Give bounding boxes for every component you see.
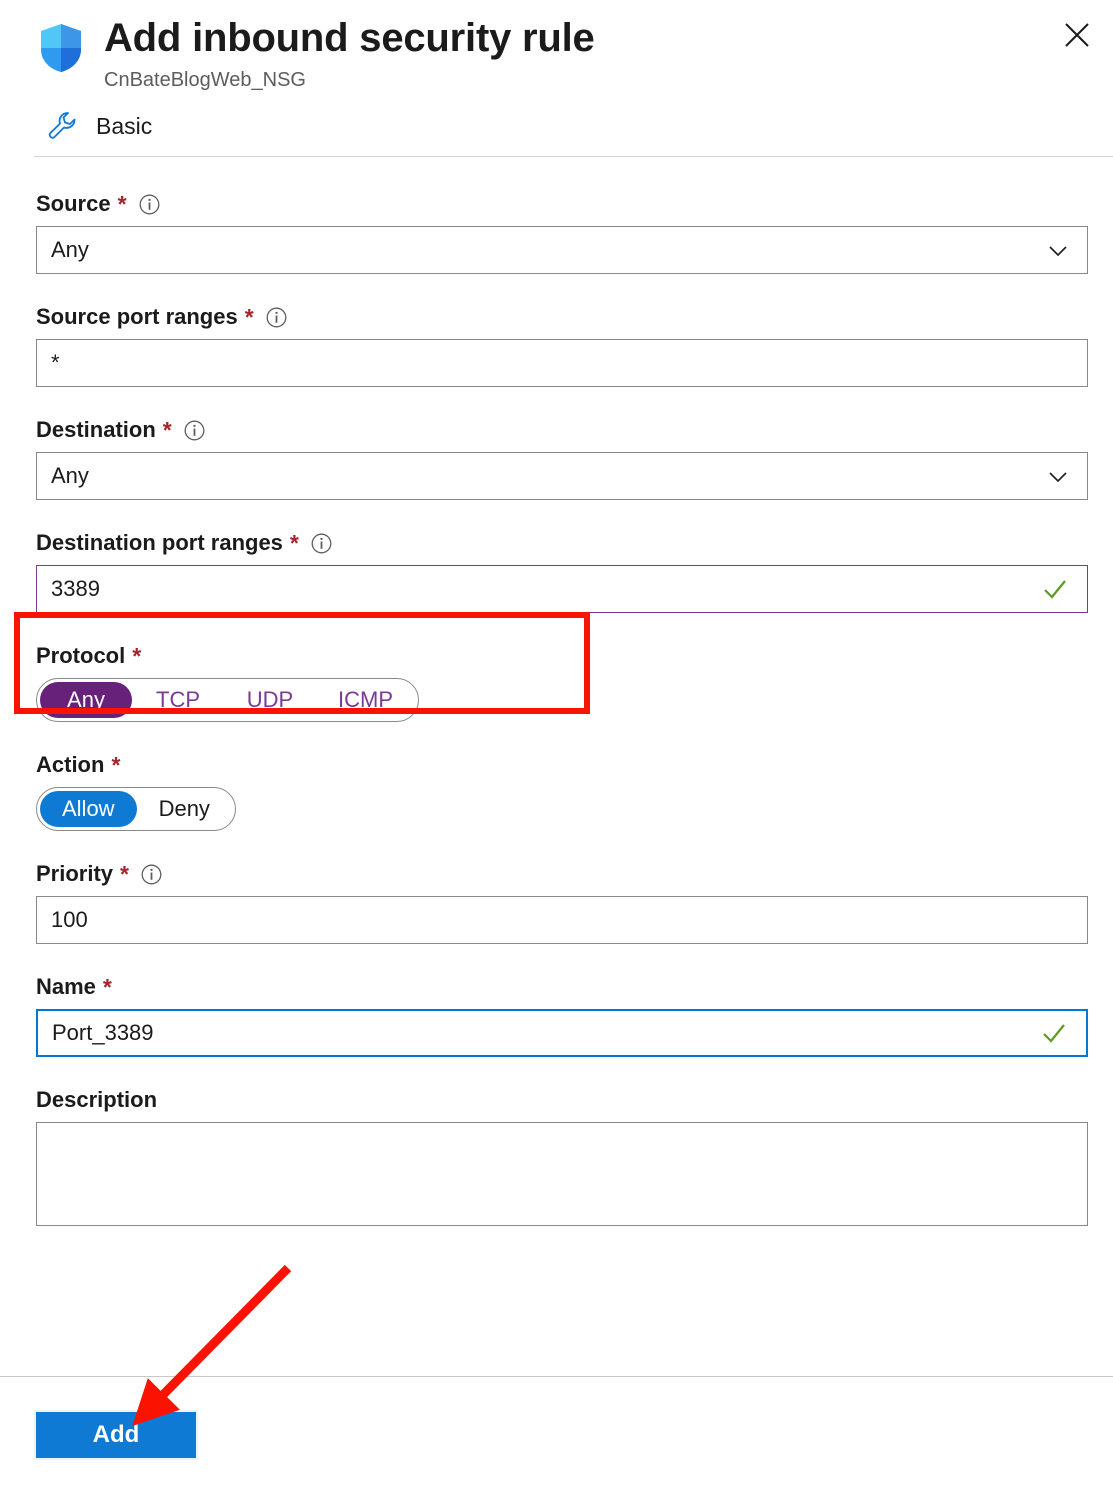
header-divider (34, 156, 1113, 157)
label-row-description: Description (36, 1087, 1113, 1113)
label-row-source-port-ranges: Source port ranges * (36, 304, 1113, 330)
page-subtitle: CnBateBlogWeb_NSG (104, 69, 306, 91)
field-action: Action * Allow Deny (36, 752, 1113, 831)
tab-label: Basic (96, 112, 153, 139)
name-value: Port_3389 (52, 1020, 154, 1045)
required-asterisk: * (132, 643, 142, 669)
field-description: Description (36, 1087, 1113, 1226)
chevron-down-icon[interactable] (1045, 463, 1071, 489)
info-icon[interactable] (311, 533, 332, 554)
source-port-ranges-input[interactable]: * (36, 339, 1088, 387)
label-name: Name (36, 974, 96, 999)
footer: Add (34, 1410, 198, 1460)
label-protocol: Protocol (36, 643, 126, 668)
panel-header: Add inbound security rule CnBateBlogWeb_… (0, 0, 1113, 92)
label-description: Description (36, 1087, 158, 1112)
destination-value: Any (51, 463, 89, 488)
checkmark-icon (1041, 577, 1069, 601)
close-button[interactable] (1055, 14, 1099, 58)
label-destination-port-ranges: Destination port ranges (36, 530, 283, 555)
label-row-protocol: Protocol * (36, 643, 1113, 669)
field-protocol: Protocol * Any TCP UDP ICMP (36, 643, 1113, 722)
action-toggle-group: Allow Deny (36, 787, 236, 831)
destination-port-ranges-value: 3389 (51, 576, 100, 601)
action-option-deny[interactable]: Deny (137, 791, 232, 827)
add-inbound-security-rule-panel: Add inbound security rule CnBateBlogWeb_… (0, 0, 1113, 1492)
info-icon[interactable] (184, 420, 205, 441)
checkmark-icon (1040, 1021, 1068, 1045)
protocol-toggle-group: Any TCP UDP ICMP (36, 678, 419, 722)
required-asterisk: * (120, 861, 129, 887)
source-dropdown[interactable]: Any (36, 226, 1088, 274)
required-asterisk: * (289, 530, 299, 556)
info-icon[interactable] (266, 307, 287, 328)
wrench-icon (46, 110, 78, 142)
required-asterisk: * (111, 752, 121, 778)
required-asterisk: * (244, 304, 254, 330)
info-icon[interactable] (141, 864, 162, 885)
field-name: Name * Port_3389 (36, 974, 1113, 1057)
source-value: Any (51, 237, 89, 262)
field-priority: Priority * 100 (36, 861, 1113, 944)
required-asterisk: * (102, 974, 112, 1000)
priority-input[interactable]: 100 (36, 896, 1088, 944)
title-block: Add inbound security rule CnBateBlogWeb_… (104, 14, 595, 92)
info-icon[interactable] (139, 194, 160, 215)
label-destination: Destination (36, 417, 156, 442)
label-row-name: Name * (36, 974, 1113, 1000)
required-asterisk: * (117, 191, 127, 217)
label-row-priority: Priority * (36, 861, 1113, 887)
field-destination-port-ranges: Destination port ranges * 3389 (36, 530, 1113, 613)
description-textarea[interactable] (36, 1122, 1088, 1226)
protocol-option-any[interactable]: Any (40, 682, 132, 718)
destination-dropdown[interactable]: Any (36, 452, 1088, 500)
page-title: Add inbound security rule (104, 16, 595, 60)
name-input[interactable]: Port_3389 (36, 1009, 1088, 1057)
label-row-action: Action * (36, 752, 1113, 778)
required-asterisk: * (162, 417, 172, 443)
add-button[interactable]: Add (34, 1410, 198, 1460)
priority-value: 100 (51, 907, 88, 932)
field-source-port-ranges: Source port ranges * * (36, 304, 1113, 387)
protocol-option-tcp[interactable]: TCP (132, 682, 224, 718)
title-row: Add inbound security rule CnBateBlogWeb_… (0, 14, 1113, 92)
protocol-option-udp[interactable]: UDP (224, 682, 316, 718)
chevron-down-icon[interactable] (1045, 237, 1071, 263)
action-option-allow[interactable]: Allow (40, 791, 137, 827)
destination-port-ranges-input[interactable]: 3389 (36, 565, 1088, 613)
label-action: Action (36, 752, 105, 777)
label-source: Source (36, 191, 111, 216)
form-body: Source * Any Source port ranges * * Dest… (0, 191, 1113, 1226)
label-source-port-ranges: Source port ranges (36, 304, 238, 329)
protocol-option-icmp[interactable]: ICMP (316, 682, 415, 718)
footer-divider (0, 1376, 1113, 1377)
label-row-destination: Destination * (36, 417, 1113, 443)
source-port-ranges-value: * (51, 350, 60, 375)
label-priority: Priority (36, 861, 114, 886)
label-row-source: Source * (36, 191, 1113, 217)
field-source: Source * Any (36, 191, 1113, 274)
label-row-destination-port-ranges: Destination port ranges * (36, 530, 1113, 556)
shield-icon (38, 22, 84, 74)
tab-basic[interactable]: Basic (0, 92, 1113, 156)
field-destination: Destination * Any (36, 417, 1113, 500)
close-icon (1062, 20, 1092, 53)
